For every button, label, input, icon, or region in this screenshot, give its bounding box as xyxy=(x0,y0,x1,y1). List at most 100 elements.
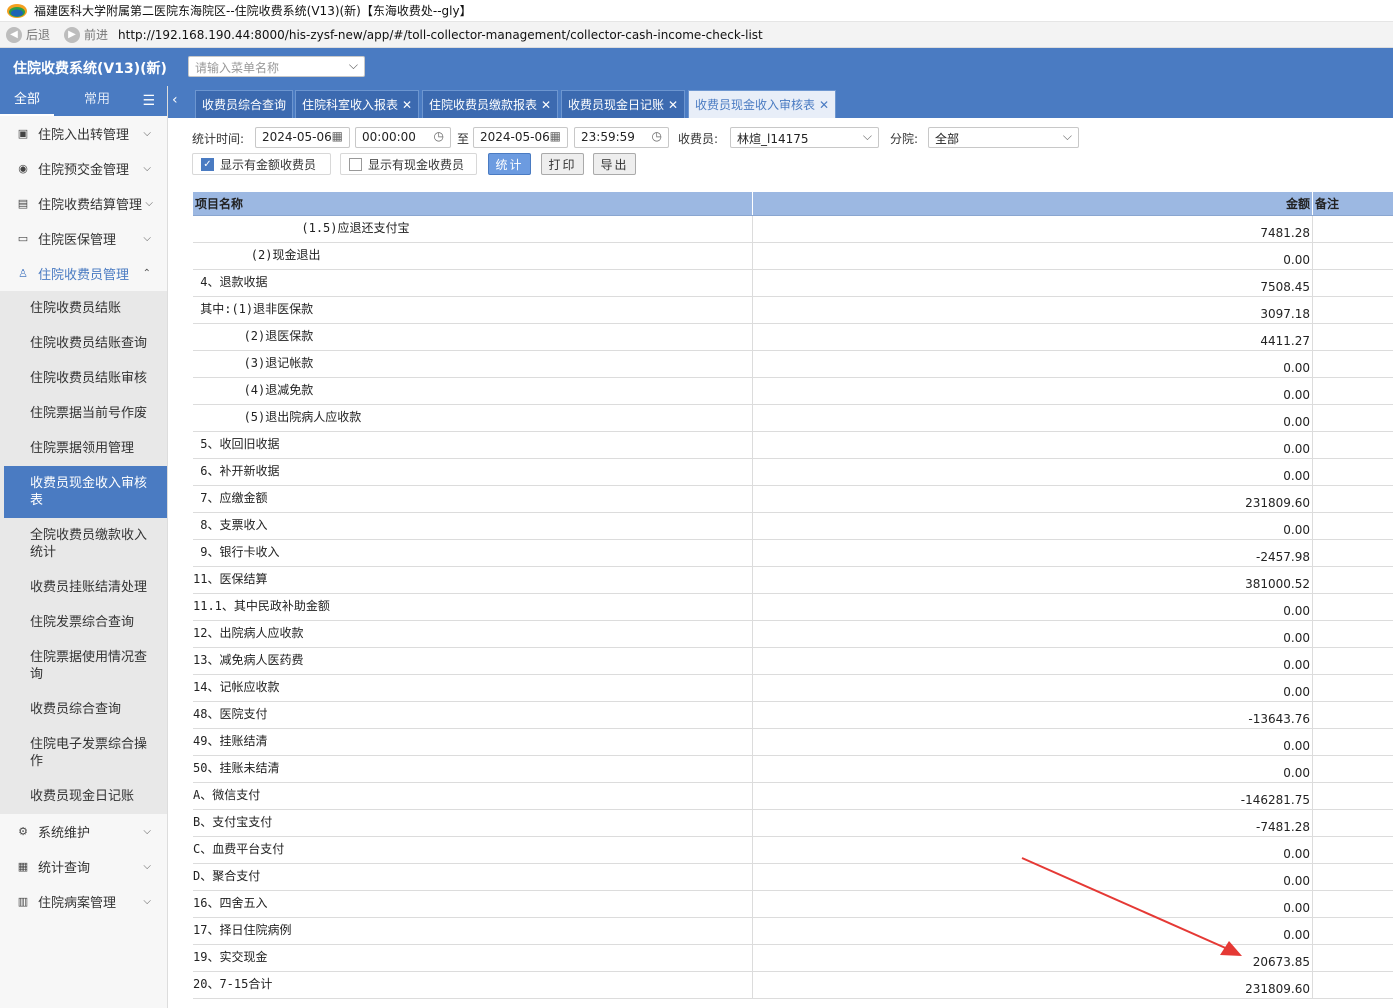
close-icon[interactable]: ✕ xyxy=(819,98,829,112)
sidebar-item-checkout-query[interactable]: 住院收费员结账查询 xyxy=(0,326,167,361)
end-date-input[interactable]: 2024-05-06 ▦ xyxy=(473,127,568,148)
table-row[interactable]: 48、医院支付 -13643.76 xyxy=(193,702,1393,729)
table-row[interactable]: 6、补开新收据 0.00 xyxy=(193,459,1393,486)
sidebar-item-cash-income-audit[interactable]: 收费员现金收入审核表 xyxy=(4,466,167,518)
table-row[interactable]: 7、应缴金额 231809.60 xyxy=(193,486,1393,513)
sidebar-item-payment-stats[interactable]: 全院收费员缴款收入统计 xyxy=(0,518,167,570)
table-row[interactable]: 其中:(1)退非医保款 3097.18 xyxy=(193,297,1393,324)
print-button[interactable]: 打印 xyxy=(541,153,584,175)
table-row[interactable]: 20、7-15合计 231809.60 xyxy=(193,972,1393,999)
back-button[interactable]: ◀ 后退 xyxy=(6,26,50,43)
cell-remark xyxy=(1313,756,1393,782)
table-row[interactable]: (3)退记帐款 0.00 xyxy=(193,351,1393,378)
sidebar-group-collector[interactable]: ♙ 住院收费员管理 ⌃ xyxy=(0,256,167,291)
table-row[interactable]: 9、银行卡收入 -2457.98 xyxy=(193,540,1393,567)
sidebar-item-receipt-usage[interactable]: 住院票据使用情况查询 xyxy=(0,640,167,692)
collector-select[interactable]: 林煊_l14175 ⌵ xyxy=(730,127,879,148)
collector-label: 收费员: xyxy=(678,132,719,146)
col-header-name[interactable]: 项目名称 xyxy=(193,192,753,215)
table-row[interactable]: (4)退减免款 0.00 xyxy=(193,378,1393,405)
show-cash-checkbox[interactable]: 显示有现金收费员 xyxy=(340,153,477,175)
tab-dept-income[interactable]: 住院科室收入报表 ✕ xyxy=(295,90,420,118)
table-row[interactable]: 4、退款收据 7508.45 xyxy=(193,270,1393,297)
sidebar-item-hanging-settle[interactable]: 收费员挂账结清处理 xyxy=(0,570,167,605)
table-row[interactable]: B、支付宝支付 -7481.28 xyxy=(193,810,1393,837)
table-row[interactable]: 11、医保结算 381000.52 xyxy=(193,567,1393,594)
table-row[interactable]: 50、挂账未结清 0.00 xyxy=(193,756,1393,783)
table-row[interactable]: (2)退医保款 4411.27 xyxy=(193,324,1393,351)
cell-item-name: D、聚合支付 xyxy=(193,864,753,890)
sidebar-group-settlement[interactable]: ▤ 住院收费结算管理 ⌵ xyxy=(0,186,167,221)
sidebar-group-system[interactable]: ⚙ 系统维护 ⌵ xyxy=(0,814,167,849)
branch-select[interactable]: 全部 ⌵ xyxy=(928,127,1079,148)
sidebar-item-e-invoice[interactable]: 住院电子发票综合操作 xyxy=(0,727,167,779)
chevron-down-icon: ⌵ xyxy=(348,58,358,72)
close-icon[interactable]: ✕ xyxy=(402,98,412,112)
sidebar-item-collector-query[interactable]: 收费员综合查询 xyxy=(0,692,167,727)
table-row[interactable]: 49、挂账结清 0.00 xyxy=(193,729,1393,756)
table-row[interactable]: A、微信支付 -146281.75 xyxy=(193,783,1393,810)
sidebar-group-stats[interactable]: ▦ 统计查询 ⌵ xyxy=(0,849,167,884)
table-row[interactable]: 19、实交现金 20673.85 xyxy=(193,945,1393,972)
table-row[interactable]: C、血费平台支付 0.00 xyxy=(193,837,1393,864)
close-icon[interactable]: ✕ xyxy=(541,98,551,112)
sidebar-item-collector-checkout[interactable]: 住院收费员结账 xyxy=(0,291,167,326)
sidebar-tab-all[interactable]: 全部 xyxy=(0,86,55,116)
cell-remark xyxy=(1313,270,1393,296)
cell-item-name: B、支付宝支付 xyxy=(193,810,753,836)
table-row[interactable]: 5、收回旧收据 0.00 xyxy=(193,432,1393,459)
forward-button[interactable]: ▶ 前进 xyxy=(64,26,108,43)
sidebar-item-invoice-query[interactable]: 住院发票综合查询 xyxy=(0,605,167,640)
cell-remark xyxy=(1313,918,1393,944)
table-row[interactable]: 14、记帐应收款 0.00 xyxy=(193,675,1393,702)
cell-remark xyxy=(1313,702,1393,728)
system-name: 住院收费系统(V13)(新) xyxy=(13,61,167,77)
sidebar-item-checkout-audit[interactable]: 住院收费员结账审核 xyxy=(0,361,167,396)
tab-payment-report[interactable]: 住院收费员缴款报表 ✕ xyxy=(422,90,559,118)
chevron-down-icon: ⌵ xyxy=(862,129,872,143)
page-tab-strip: ‹ 收费员综合查询 住院科室收入报表 ✕ 住院收费员缴款报表 ✕ 收费员现金日记… xyxy=(168,86,1393,118)
url-field[interactable]: http://192.168.190.44:8000/his-zysf-new/… xyxy=(118,28,763,42)
sidebar-item-void-receipt[interactable]: 住院票据当前号作废 xyxy=(0,396,167,431)
cell-amount: -13643.76 xyxy=(753,702,1313,728)
sidebar-item-receipt-issue[interactable]: 住院票据领用管理 xyxy=(0,431,167,466)
col-header-amount[interactable]: 金额 xyxy=(753,192,1313,215)
table-row[interactable]: D、聚合支付 0.00 xyxy=(193,864,1393,891)
menu-search-input[interactable]: 请输入菜单名称 ⌵ xyxy=(188,56,365,77)
sidebar-group-admission[interactable]: ▣ 住院入出转管理 ⌵ xyxy=(0,116,167,151)
table-row[interactable]: 17、择日住院病例 0.00 xyxy=(193,918,1393,945)
table-row[interactable]: 16、四舍五入 0.00 xyxy=(193,891,1393,918)
tab-cash-journal[interactable]: 收费员现金日记账 ✕ xyxy=(561,90,686,118)
table-row[interactable]: 8、支票收入 0.00 xyxy=(193,513,1393,540)
sidebar-group-records[interactable]: ▥ 住院病案管理 ⌵ xyxy=(0,884,167,919)
sidebar-item-cash-journal[interactable]: 收费员现金日记账 xyxy=(0,779,167,814)
cell-remark xyxy=(1313,783,1393,809)
cell-item-name: 9、银行卡收入 xyxy=(193,540,753,566)
close-icon[interactable]: ✕ xyxy=(668,98,678,112)
start-time-input[interactable]: 00:00:00 ◷ xyxy=(355,127,451,148)
cell-remark xyxy=(1313,594,1393,620)
table-header: 项目名称 金额 备注 xyxy=(193,192,1393,216)
stat-button[interactable]: 统计 xyxy=(488,153,531,175)
chevron-left-icon[interactable]: ‹ xyxy=(172,92,178,108)
table-row[interactable]: (5)退出院病人应收款 0.00 xyxy=(193,405,1393,432)
sidebar-group-insurance[interactable]: ▭ 住院医保管理 ⌵ xyxy=(0,221,167,256)
col-header-remark[interactable]: 备注 xyxy=(1313,192,1393,215)
cell-amount: 7481.28 xyxy=(753,216,1313,242)
table-row[interactable]: (2)现金退出 0.00 xyxy=(193,243,1393,270)
table-row[interactable]: 12、出院病人应收款 0.00 xyxy=(193,621,1393,648)
hamburger-icon[interactable]: ☰ xyxy=(142,93,155,109)
end-time-input[interactable]: 23:59:59 ◷ xyxy=(574,127,669,148)
start-date-input[interactable]: 2024-05-06 ▦ xyxy=(255,127,350,148)
cell-item-name: (2)退医保款 xyxy=(193,324,753,350)
table-row[interactable]: 13、减免病人医药费 0.00 xyxy=(193,648,1393,675)
tab-collector-query[interactable]: 收费员综合查询 xyxy=(195,90,294,118)
show-amount-checkbox[interactable]: ✓ 显示有金额收费员 xyxy=(192,153,331,175)
export-button[interactable]: 导出 xyxy=(593,153,636,175)
table-row[interactable]: (1.5)应退还支付宝 7481.28 xyxy=(193,216,1393,243)
sidebar-tab-common[interactable]: 常用 xyxy=(70,86,124,116)
table-row[interactable]: 11.1、其中民政补助金额 0.00 xyxy=(193,594,1393,621)
tab-cash-income-audit[interactable]: 收费员现金收入审核表 ✕ xyxy=(688,90,837,118)
cell-remark xyxy=(1313,891,1393,917)
sidebar-group-prepay[interactable]: ◉ 住院预交金管理 ⌵ xyxy=(0,151,167,186)
